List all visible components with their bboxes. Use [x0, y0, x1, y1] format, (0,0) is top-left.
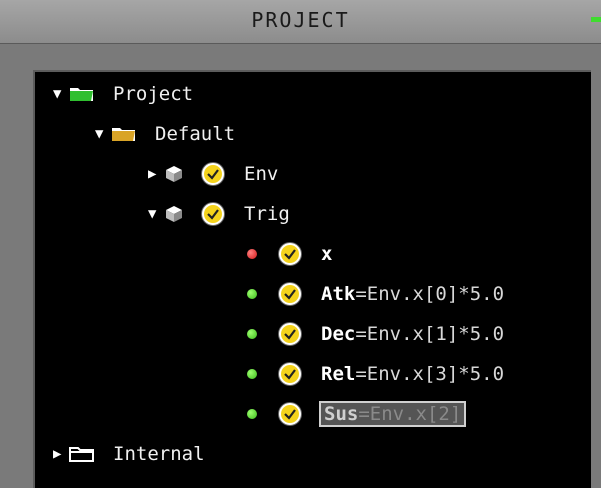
variable-name: x: [321, 243, 333, 265]
enabled-checkbox[interactable]: [279, 283, 301, 305]
collapse-arrow-icon[interactable]: ▶: [53, 446, 69, 462]
tree-node-var-x[interactable]: x: [247, 238, 332, 270]
checkmark-icon: [284, 249, 296, 260]
status-green-icon: [247, 329, 257, 339]
enabled-checkbox[interactable]: [279, 363, 301, 385]
tree-node-label: Default: [155, 123, 236, 145]
tree-node-label: Project: [113, 83, 194, 105]
folder-open-icon: [70, 88, 93, 101]
variable-expression: =Env.x[2]: [358, 403, 462, 425]
tree-node-label: Trig: [244, 203, 290, 225]
checkmark-icon: [284, 329, 296, 340]
collapse-arrow-icon[interactable]: ▶: [148, 166, 164, 182]
tree-node-var-atk[interactable]: Atk =Env.x[0]*5.0: [247, 278, 504, 310]
tree-node-default[interactable]: ▼ Default: [95, 118, 235, 150]
minimize-button[interactable]: [591, 17, 601, 22]
enabled-checkbox[interactable]: [279, 323, 301, 345]
checkmark-icon: [207, 209, 219, 220]
expand-arrow-icon[interactable]: ▼: [148, 206, 164, 222]
checkmark-icon: [284, 289, 296, 300]
tree-node-project[interactable]: ▼ Project: [53, 78, 193, 110]
enabled-checkbox[interactable]: [279, 243, 301, 265]
expand-arrow-icon[interactable]: ▼: [53, 86, 69, 102]
status-green-icon: [247, 289, 257, 299]
project-tree: ▼ Project ▼ Default ▶ Env ▼ Trig x Atk =…: [33, 70, 591, 488]
enabled-checkbox[interactable]: [279, 403, 301, 425]
status-red-icon: [247, 249, 257, 259]
tree-node-trig[interactable]: ▼ Trig: [148, 198, 290, 230]
status-green-icon: [247, 409, 257, 419]
tree-node-var-dec[interactable]: Dec =Env.x[1]*5.0: [247, 318, 504, 350]
tree-node-var-sus[interactable]: Sus=Env.x[2]: [247, 398, 467, 430]
folder-closed-icon: [69, 447, 94, 462]
checkmark-icon: [284, 409, 296, 420]
tree-node-label: Env: [244, 163, 279, 185]
expand-arrow-icon[interactable]: ▼: [95, 126, 111, 142]
variable-expression: =Env.x[3]*5.0: [355, 363, 505, 385]
checkmark-icon: [207, 169, 219, 180]
cube-icon: [166, 206, 182, 222]
tree-node-label: Internal: [113, 443, 205, 465]
variable-expression: =Env.x[0]*5.0: [355, 283, 505, 305]
tree-node-env[interactable]: ▶ Env: [148, 158, 278, 190]
folder-open-icon: [112, 128, 135, 141]
tree-node-var-rel[interactable]: Rel =Env.x[3]*5.0: [247, 358, 504, 390]
variable-name: Atk: [321, 283, 356, 305]
enabled-checkbox[interactable]: [202, 203, 224, 225]
checkmark-icon: [284, 369, 296, 380]
enabled-checkbox[interactable]: [202, 163, 224, 185]
panel-header: PROJECT: [0, 0, 601, 44]
panel-title: PROJECT: [251, 8, 350, 32]
tree-node-internal[interactable]: ▶ Internal: [53, 438, 205, 470]
selected-item-highlight[interactable]: Sus=Env.x[2]: [318, 401, 467, 427]
cube-icon: [166, 166, 182, 182]
variable-name: Sus: [324, 403, 359, 425]
status-green-icon: [247, 369, 257, 379]
variable-name: Dec: [321, 323, 356, 345]
variable-name: Rel: [321, 363, 356, 385]
variable-expression: =Env.x[1]*5.0: [355, 323, 505, 345]
